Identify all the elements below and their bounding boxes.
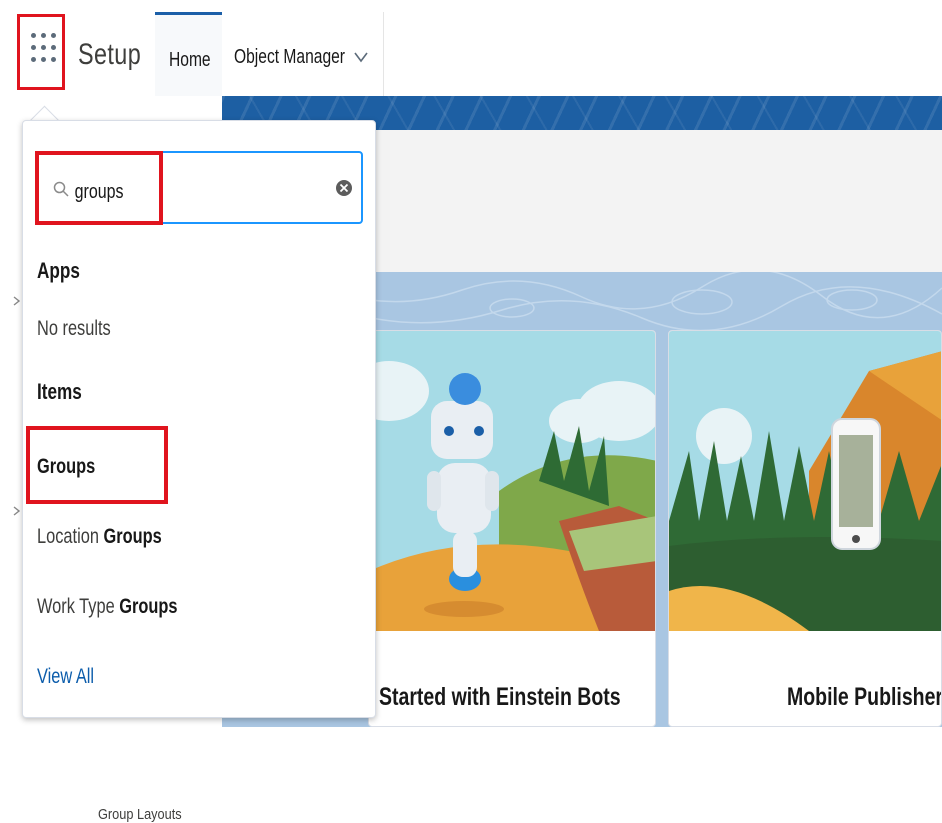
quick-find-search-box[interactable]: [35, 151, 363, 225]
apps-heading: Apps: [37, 258, 80, 283]
global-header: Setup Home Object Manager: [0, 0, 942, 96]
card-title: Started with Einstein Bots: [379, 683, 621, 711]
search-highlight-box: [35, 151, 163, 225]
quick-find-dropdown: Apps No results Items Groups Location Gr…: [22, 120, 376, 718]
card-mobile-publisher[interactable]: Mobile Publisher: [668, 330, 942, 727]
clear-icon[interactable]: [335, 179, 353, 197]
result-match: Groups: [103, 525, 162, 548]
apps-no-results: No results: [37, 317, 111, 340]
chevron-down-icon[interactable]: [354, 50, 368, 64]
tree-item-group-layouts[interactable]: Group Layouts: [98, 806, 182, 823]
groups-highlight-box: [26, 426, 168, 504]
tab-object-manager[interactable]: Object Manager: [222, 12, 384, 96]
card-einstein-bots[interactable]: Started with Einstein Bots: [368, 330, 656, 727]
result-item-location-groups[interactable]: Location Groups: [37, 525, 162, 549]
view-all-link[interactable]: View All: [37, 665, 94, 689]
chevron-right-icon: [13, 506, 21, 516]
result-item-work-type-groups[interactable]: Work Type Groups: [37, 595, 177, 619]
app-launcher-grid-icon: [31, 33, 57, 73]
app-title: Setup: [78, 38, 142, 71]
result-match: Groups: [119, 595, 178, 618]
items-heading: Items: [37, 379, 82, 404]
tab-home[interactable]: Home: [155, 12, 222, 96]
app-launcher-button[interactable]: [17, 14, 65, 90]
chevron-right-icon: [13, 296, 21, 306]
card-title: Mobile Publisher: [787, 683, 942, 711]
einstein-bot-illustration: [369, 331, 655, 631]
tab-object-manager-label: Object Manager: [234, 46, 345, 68]
mobile-publisher-illustration: [669, 331, 941, 631]
tab-home-label: Home: [169, 49, 211, 71]
